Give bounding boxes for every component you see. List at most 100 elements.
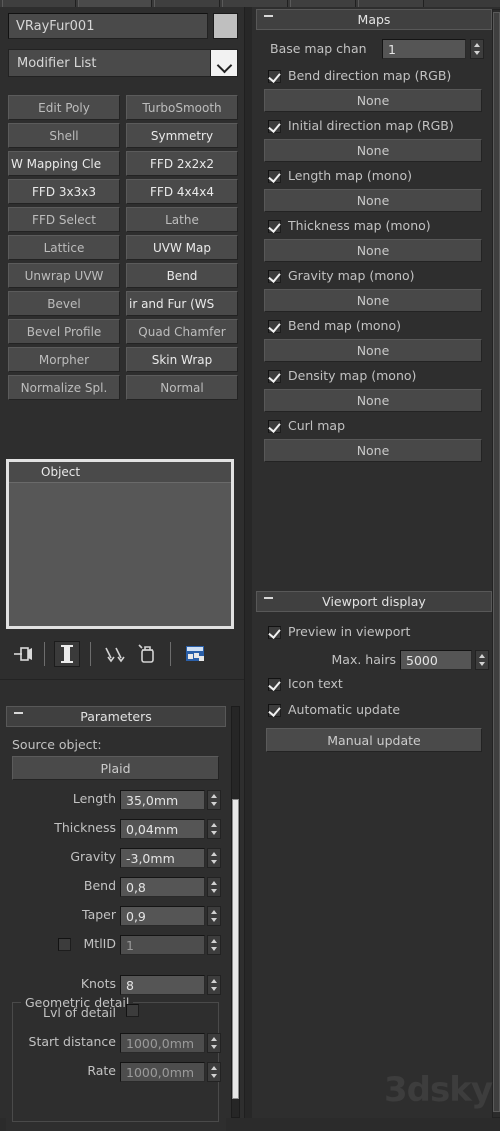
tab-utilities[interactable] [358, 0, 424, 7]
map-button-length-map-mono[interactable]: None [264, 189, 482, 212]
command-panel: VRayFur001 Modifier List Edit Poly TurboS… [0, 0, 500, 1131]
modifier-button-w-mapping-cle[interactable]: W Mapping Cle [8, 151, 120, 176]
preview-in-viewport-checkbox[interactable] [268, 626, 281, 639]
modifier-button-lathe[interactable]: Lathe [126, 207, 238, 232]
collapse-icon[interactable] [264, 15, 273, 17]
remove-modifier-icon[interactable] [134, 641, 160, 667]
left-panel-scrollbar[interactable] [231, 706, 240, 1118]
map-checkbox-thickness-map-mono[interactable] [268, 220, 281, 233]
modifier-button-bevel[interactable]: Bevel [8, 291, 120, 316]
right-panel-scrollbar[interactable] [492, 9, 500, 1118]
modifier-button-bevel-profile[interactable]: Bevel Profile [8, 319, 120, 344]
map-checkbox-bend-map-mono[interactable] [268, 320, 281, 333]
viewport-display-rollout-header[interactable]: Viewport display [256, 591, 492, 612]
mtlid-spinner[interactable] [207, 935, 221, 955]
tab-hierarchy[interactable] [154, 0, 220, 7]
source-object-button[interactable]: Plaid [12, 756, 219, 780]
modifier-button-symmetry[interactable]: Symmetry [126, 123, 238, 148]
modifier-button-normalize-spl[interactable]: Normalize Spl. [8, 375, 120, 400]
modifier-button-ffd-2x2x2[interactable]: FFD 2x2x2 [126, 151, 238, 176]
chevron-down-icon[interactable] [210, 50, 237, 76]
modifier-button-lattice[interactable]: Lattice [8, 235, 120, 260]
tab-motion[interactable] [222, 0, 288, 7]
modifier-button-edit-poly[interactable]: Edit Poly [8, 95, 120, 120]
tab-create[interactable] [2, 0, 76, 7]
modifier-list-dropdown[interactable]: Modifier List [8, 49, 238, 77]
param-spinner-thickness[interactable] [207, 819, 221, 839]
stack-list-body[interactable] [9, 483, 231, 626]
map-checkbox-length-map-mono[interactable] [268, 170, 281, 183]
modifier-button-turbosmooth[interactable]: TurboSmooth [126, 95, 238, 120]
object-name-input[interactable]: VRayFur001 [8, 13, 208, 39]
modifier-button-shell[interactable]: Shell [8, 123, 120, 148]
map-button-gravity-map-mono[interactable]: None [264, 289, 482, 312]
max-hairs-field[interactable]: 5000 [400, 650, 472, 670]
param-field-gravity[interactable]: -3,0mm [120, 848, 205, 868]
map-button-initial-direction-map-rgb[interactable]: None [264, 139, 482, 162]
modifier-button-ffd-3x3x3[interactable]: FFD 3x3x3 [8, 179, 120, 204]
mtlid-field[interactable]: 1 [120, 935, 205, 955]
modifier-button-uvw-map[interactable]: UVW Map [126, 235, 238, 260]
left-scrollbar-thumb[interactable] [232, 799, 239, 1099]
param-field-thickness[interactable]: 0,04mm [120, 819, 205, 839]
knots-spinner[interactable] [207, 975, 221, 995]
start-distance-field[interactable]: 1000,0mm [120, 1033, 205, 1053]
icon-text-label: Icon text [288, 676, 343, 691]
rate-spinner[interactable] [207, 1062, 221, 1082]
make-unique-icon[interactable] [102, 641, 128, 667]
modifier-button-ffd-4x4x4[interactable]: FFD 4x4x4 [126, 179, 238, 204]
parameters-rollout-header[interactable]: Parameters [6, 706, 226, 727]
collapse-icon[interactable] [264, 597, 273, 599]
map-button-curl-map[interactable]: None [264, 439, 482, 462]
modifier-button-skin-wrap[interactable]: Skin Wrap [126, 347, 238, 372]
map-checkbox-density-map-mono[interactable] [268, 370, 281, 383]
modifier-button-morpher[interactable]: Morpher [8, 347, 120, 372]
map-label-density-map-mono: Density map (mono) [288, 368, 417, 383]
automatic-update-checkbox[interactable] [268, 704, 281, 717]
icon-text-checkbox[interactable] [268, 678, 281, 691]
param-field-bend[interactable]: 0,8 [120, 877, 205, 897]
param-spinner-taper[interactable] [207, 906, 221, 926]
base-map-channel-spinner[interactable] [470, 39, 484, 59]
param-spinner-bend[interactable] [207, 877, 221, 897]
map-button-bend-map-mono[interactable]: None [264, 339, 482, 362]
start-distance-spinner[interactable] [207, 1033, 221, 1053]
maps-rollout-header[interactable]: Maps [256, 9, 492, 30]
param-label-gravity: Gravity [70, 849, 116, 864]
base-map-channel-field[interactable]: 1 [382, 39, 466, 59]
map-button-density-map-mono[interactable]: None [264, 389, 482, 412]
right-scrollbar-thumb[interactable] [493, 12, 500, 1112]
map-checkbox-gravity-map-mono[interactable] [268, 270, 281, 283]
configure-sets-icon[interactable] [182, 641, 208, 667]
modifier-stack-list[interactable]: Object [6, 459, 234, 629]
map-label-gravity-map-mono: Gravity map (mono) [288, 268, 415, 283]
modifier-button-normal[interactable]: Normal [126, 375, 238, 400]
tab-modify[interactable] [78, 0, 152, 7]
collapse-icon[interactable] [14, 712, 23, 714]
object-color-swatch[interactable] [213, 13, 238, 39]
tab-display[interactable] [290, 0, 356, 7]
param-field-taper[interactable]: 0,9 [120, 906, 205, 926]
manual-update-button[interactable]: Manual update [266, 728, 482, 752]
pin-stack-icon[interactable] [10, 641, 36, 667]
map-checkbox-curl-map[interactable] [268, 420, 281, 433]
max-hairs-spinner[interactable] [475, 650, 489, 670]
param-spinner-gravity[interactable] [207, 848, 221, 868]
modifier-button-unwrap-uvw[interactable]: Unwrap UVW [8, 263, 120, 288]
map-button-bend-direction-map-rgb[interactable]: None [264, 89, 482, 112]
rate-field[interactable]: 1000,0mm [120, 1062, 205, 1082]
modifier-button-ir-and-fur-ws[interactable]: ir and Fur (WS [126, 291, 238, 316]
map-button-thickness-map-mono[interactable]: None [264, 239, 482, 262]
modifier-button-quad-chamfer[interactable]: Quad Chamfer [126, 319, 238, 344]
lvl-of-detail-checkbox[interactable] [126, 1004, 139, 1017]
show-end-result-icon[interactable] [54, 641, 80, 667]
map-checkbox-bend-direction-map-rgb[interactable] [268, 70, 281, 83]
modifier-button-bend[interactable]: Bend [126, 263, 238, 288]
stack-item-object[interactable]: Object [9, 462, 231, 483]
knots-field[interactable]: 8 [120, 975, 205, 995]
start-distance-label: Start distance [28, 1034, 116, 1049]
modifier-button-ffd-select[interactable]: FFD Select [8, 207, 120, 232]
param-field-length[interactable]: 35,0mm [120, 790, 205, 810]
param-spinner-length[interactable] [207, 790, 221, 810]
map-checkbox-initial-direction-map-rgb[interactable] [268, 120, 281, 133]
